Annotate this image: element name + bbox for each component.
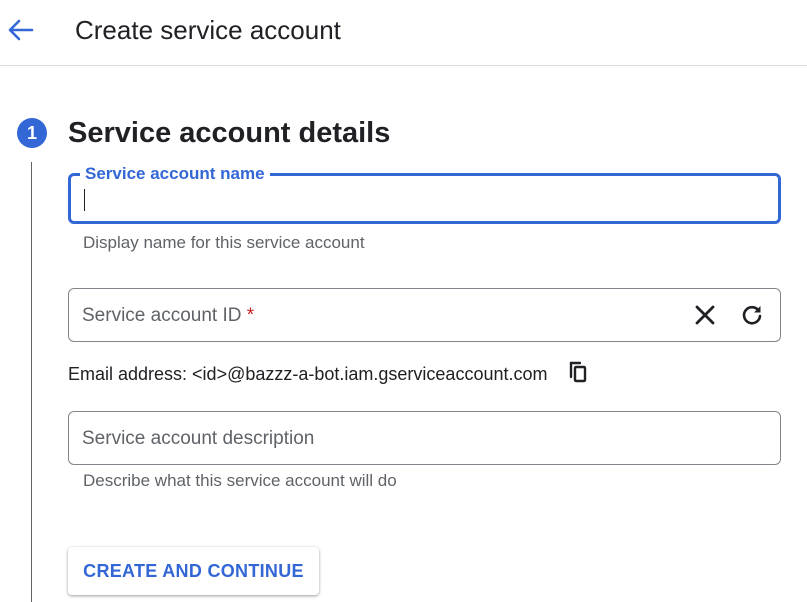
required-marker: * — [246, 305, 255, 326]
service-account-description-hint: Describe what this service account will … — [83, 471, 397, 490]
service-account-id-placeholder: Service account ID * — [82, 305, 255, 326]
service-account-name-label: Service account name — [80, 162, 270, 186]
back-button[interactable] — [4, 10, 38, 50]
refresh-icon — [742, 305, 762, 325]
service-account-id-input[interactable]: Service account ID * — [68, 288, 781, 342]
clear-id-button[interactable] — [690, 300, 720, 330]
copy-icon — [569, 361, 587, 383]
step-title: Service account details — [68, 117, 391, 149]
service-account-description-placeholder: Service account description — [82, 428, 315, 449]
service-account-description-input[interactable]: Service account description — [68, 411, 781, 465]
step-connector-line — [31, 162, 32, 602]
page-title: Create service account — [75, 15, 341, 45]
arrow-back-icon — [8, 19, 34, 41]
create-service-account-page: Create service account 1 Service account… — [0, 0, 807, 602]
page-header: Create service account — [0, 0, 807, 66]
close-icon — [695, 305, 715, 325]
service-account-name-input[interactable]: Service account name — [68, 162, 781, 224]
create-and-continue-button[interactable]: CREATE AND CONTINUE — [68, 547, 319, 595]
service-account-name-hint: Display name for this service account — [83, 233, 365, 252]
text-cursor — [84, 189, 85, 211]
copy-email-button[interactable] — [563, 357, 593, 387]
email-address-text: Email address: <id>@bazzz-a-bot.iam.gser… — [68, 364, 548, 384]
regenerate-id-button[interactable] — [737, 300, 767, 330]
step-number-badge: 1 — [17, 118, 47, 148]
